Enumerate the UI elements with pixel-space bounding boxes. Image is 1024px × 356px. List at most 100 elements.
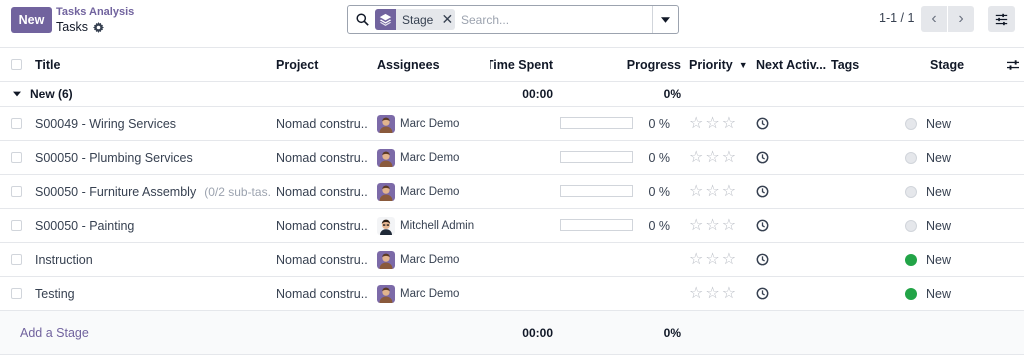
search-options-toggle[interactable]	[652, 6, 678, 33]
column-progress[interactable]: Progress	[558, 48, 681, 81]
table-row[interactable]: Testing Nomad constru... Marc Demo ☆ ☆ ☆ New	[0, 277, 1024, 311]
pager-next-button[interactable]: ›	[948, 6, 974, 32]
column-priority[interactable]: Priority ▼	[689, 48, 749, 81]
priority-widget[interactable]: ☆ ☆ ☆	[689, 107, 749, 140]
task-assignee[interactable]: Marc Demo	[377, 175, 487, 208]
priority-widget[interactable]: ☆ ☆ ☆	[689, 175, 749, 208]
kanban-state-dot[interactable]	[905, 253, 917, 266]
kanban-state-dot[interactable]	[905, 151, 917, 164]
table-row[interactable]: Instruction Nomad constru... Marc Demo ☆ ☆ ☆ N…	[0, 243, 1024, 277]
star-icon[interactable]: ☆	[722, 149, 736, 166]
task-stage: New	[905, 243, 995, 276]
column-title[interactable]: Title	[35, 48, 270, 81]
star-icon[interactable]: ☆	[722, 115, 736, 132]
progress-value: 0 %	[648, 218, 670, 233]
row-checkbox[interactable]	[11, 118, 22, 129]
new-button[interactable]: New	[11, 7, 52, 33]
star-icon[interactable]: ☆	[689, 149, 703, 166]
task-stage: New	[905, 277, 995, 310]
priority-widget[interactable]: ☆ ☆ ☆	[689, 243, 749, 276]
clock-icon[interactable]	[756, 209, 826, 242]
star-icon[interactable]: ☆	[689, 251, 703, 268]
priority-widget[interactable]: ☆ ☆ ☆	[689, 209, 749, 242]
star-icon[interactable]: ☆	[705, 149, 719, 166]
search-bar[interactable]: Stage ✕ Search...	[347, 5, 679, 34]
task-title-text: S00050 - Plumbing Services	[35, 150, 193, 165]
sliders-icon	[995, 13, 1008, 25]
row-checkbox[interactable]	[11, 288, 22, 299]
column-tags[interactable]: Tags	[831, 48, 891, 81]
close-icon[interactable]: ✕	[439, 9, 455, 30]
clock-icon[interactable]	[756, 175, 826, 208]
column-assignees[interactable]: Assignees	[377, 48, 487, 81]
row-checkbox[interactable]	[11, 220, 22, 231]
task-project: Nomad constru...	[276, 116, 368, 131]
kanban-state-dot[interactable]	[905, 117, 917, 130]
star-icon[interactable]: ☆	[705, 183, 719, 200]
task-assignee[interactable]: Marc Demo	[377, 243, 487, 276]
pager-previous-button[interactable]: ‹	[921, 6, 947, 32]
avatar	[377, 216, 395, 235]
row-checkbox[interactable]	[11, 152, 22, 163]
column-project[interactable]: Project	[276, 48, 368, 81]
select-all-checkbox[interactable]	[11, 59, 22, 70]
clock-icon[interactable]	[756, 277, 826, 310]
kanban-state-dot[interactable]	[905, 287, 917, 300]
star-icon[interactable]: ☆	[689, 217, 703, 234]
task-title: S00049 - Wiring Services	[35, 107, 270, 140]
add-stage-button[interactable]: Add a Stage	[20, 311, 89, 354]
clock-icon[interactable]	[756, 141, 826, 174]
optional-columns-icon[interactable]	[1006, 48, 1020, 81]
table-row[interactable]: S00050 - Painting Nomad constru... Mitchel…	[0, 209, 1024, 243]
gear-icon[interactable]	[92, 21, 104, 33]
kanban-state-dot[interactable]	[905, 185, 917, 198]
star-icon[interactable]: ☆	[689, 183, 703, 200]
star-icon[interactable]: ☆	[705, 217, 719, 234]
filter-settings-button[interactable]	[988, 6, 1015, 32]
priority-widget[interactable]: ☆ ☆ ☆	[689, 141, 749, 174]
task-stage: New	[905, 175, 995, 208]
control-panel: New Tasks Analysis Tasks Stage ✕ Search.…	[0, 0, 1024, 47]
task-title-text: S00050 - Painting	[35, 218, 135, 233]
assignee-name: Marc Demo	[400, 117, 460, 130]
sort-desc-icon: ▼	[738, 59, 748, 70]
footer-progress-total: 0%	[663, 325, 681, 340]
column-next-activity[interactable]: Next Activ...	[756, 48, 826, 81]
search-input[interactable]: Search...	[461, 13, 509, 27]
task-assignee[interactable]: Marc Demo	[377, 107, 487, 140]
star-icon[interactable]: ☆	[689, 115, 703, 132]
star-icon[interactable]: ☆	[705, 285, 719, 302]
star-icon[interactable]: ☆	[705, 251, 719, 268]
progress-bar	[560, 185, 633, 197]
star-icon[interactable]: ☆	[722, 251, 736, 268]
task-title: S00050 - Furniture Assembly (0/2 sub-tas.…	[35, 175, 270, 208]
star-icon[interactable]: ☆	[705, 115, 719, 132]
group-time-total: 00:00	[522, 87, 553, 101]
group-row-new[interactable]: New (6) 00:00 0%	[0, 82, 1024, 107]
stage-label: New	[926, 218, 952, 233]
clock-icon[interactable]	[756, 107, 826, 140]
priority-widget[interactable]: ☆ ☆ ☆	[689, 277, 749, 310]
clock-icon[interactable]	[756, 243, 826, 276]
pager-value[interactable]: 1-1 / 1	[879, 11, 914, 25]
star-icon[interactable]: ☆	[722, 183, 736, 200]
task-assignee[interactable]: Marc Demo	[377, 141, 487, 174]
task-project: Nomad constru...	[276, 184, 368, 199]
star-icon[interactable]: ☆	[722, 217, 736, 234]
breadcrumb-tasks-analysis[interactable]: Tasks Analysis	[56, 6, 134, 18]
column-time-spent[interactable]: Time Spent	[490, 48, 553, 81]
star-icon[interactable]: ☆	[722, 285, 736, 302]
kanban-state-dot[interactable]	[905, 219, 917, 232]
table-row[interactable]: S00050 - Furniture Assembly (0/2 sub-tas.…	[0, 175, 1024, 209]
star-icon[interactable]: ☆	[689, 285, 703, 302]
row-checkbox[interactable]	[11, 186, 22, 197]
avatar	[377, 182, 395, 201]
table-row[interactable]: S00050 - Plumbing Services Nomad constru.…	[0, 141, 1024, 175]
search-icon	[356, 13, 369, 26]
task-assignee[interactable]: Marc Demo	[377, 277, 487, 310]
table-row[interactable]: S00049 - Wiring Services Nomad constru...…	[0, 107, 1024, 141]
page-title-text: Tasks	[56, 20, 88, 34]
task-assignee[interactable]: Mitchell Admin	[377, 209, 487, 242]
assignee-name: Marc Demo	[400, 287, 460, 300]
row-checkbox[interactable]	[11, 254, 22, 265]
